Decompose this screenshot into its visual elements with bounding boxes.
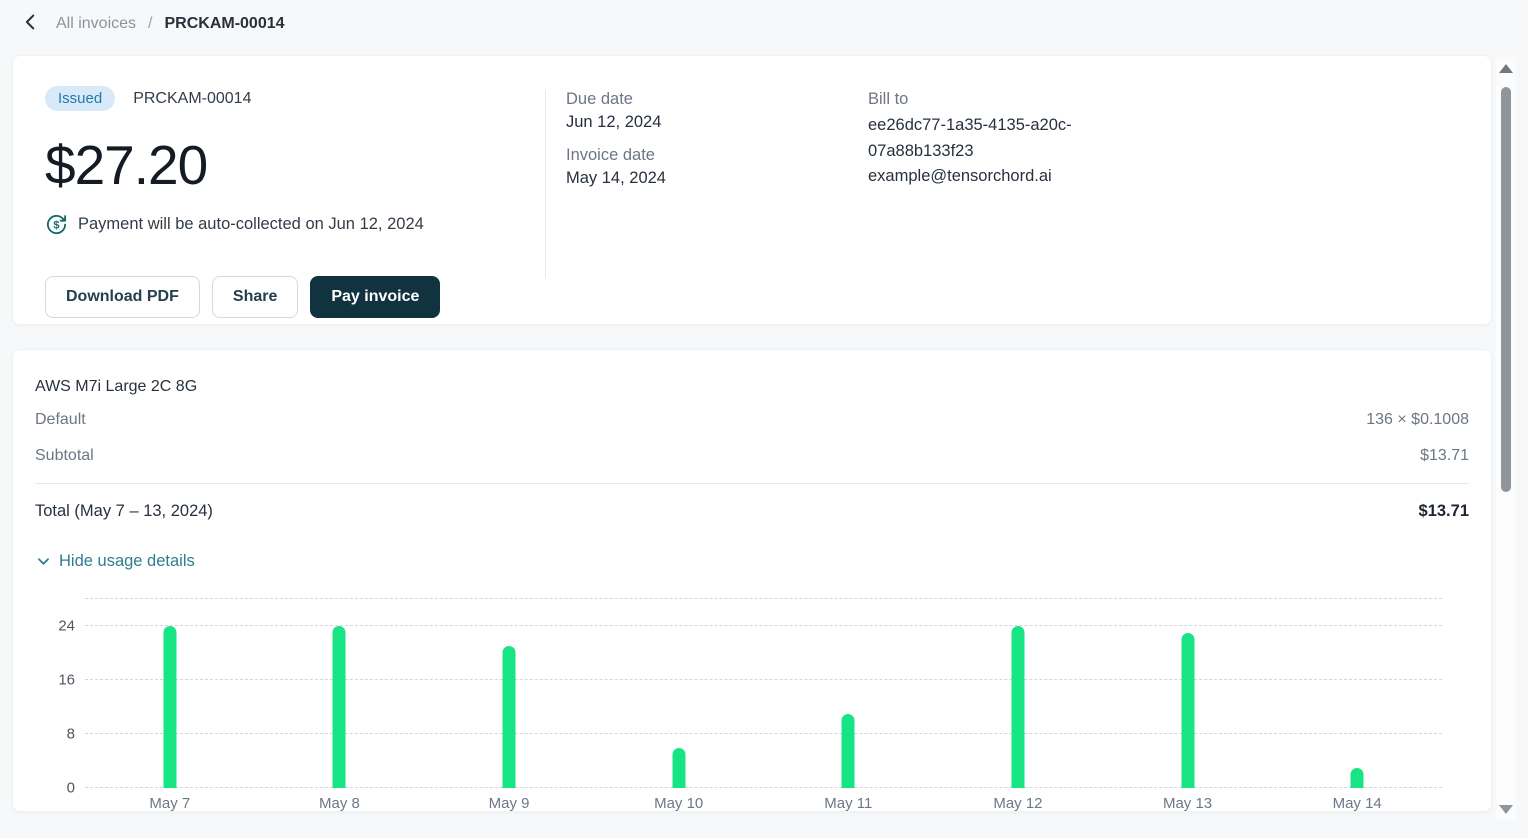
chevron-left-icon	[20, 11, 42, 36]
chart-bar-may-12	[1011, 626, 1024, 788]
gridline-24	[85, 625, 1442, 626]
bill-to-email: example@tensorchord.ai	[868, 164, 1148, 190]
chart-plot	[85, 599, 1442, 788]
total-label: Total (May 7 – 13, 2024)	[35, 502, 213, 521]
gridline-28	[85, 598, 1442, 599]
gridline-16	[85, 679, 1442, 680]
line-item-name: AWS M7i Large 2C 8G	[35, 370, 1469, 402]
gridline-0	[85, 787, 1442, 788]
tier-label: Default	[35, 411, 86, 429]
x-axis-label-may-9: May 9	[424, 795, 594, 812]
chart-x-axis: May 7May 8May 9May 10May 11May 12May 13M…	[85, 795, 1442, 812]
chevron-down-icon	[35, 553, 52, 570]
x-axis-label-may-11: May 11	[764, 795, 934, 812]
total-value: $13.71	[1419, 502, 1469, 521]
invoice-number: PRCKAM-00014	[133, 90, 251, 108]
x-axis-label-may-13: May 13	[1103, 795, 1273, 812]
breadcrumb-separator: /	[148, 15, 152, 33]
pay-invoice-button[interactable]: Pay invoice	[310, 276, 440, 318]
bill-to-label: Bill to	[868, 90, 1148, 109]
breadcrumb: All invoices / PRCKAM-00014	[0, 0, 1528, 47]
y-axis-label-24: 24	[58, 618, 75, 635]
subtotal-value: $13.71	[1420, 447, 1469, 465]
svg-text:$: $	[53, 219, 59, 231]
item-divider	[35, 483, 1469, 484]
scrollbar-thumb[interactable]	[1501, 87, 1511, 492]
chart-y-axis: 081624	[35, 599, 85, 788]
y-axis-label-0: 0	[67, 780, 75, 797]
invoice-date-value: May 14, 2024	[566, 169, 848, 188]
y-axis-label-16: 16	[58, 672, 75, 689]
chart-bar-may-14	[1351, 768, 1364, 788]
subtotal-label: Subtotal	[35, 447, 94, 465]
bill-to-id: ee26dc77-1a35-4135-a20c-07a88b133f23	[868, 113, 1120, 164]
tier-quantity-price: 136 × $0.1008	[1366, 411, 1469, 429]
invoice-summary-card: Issued PRCKAM-00014 $27.20 $ Payment wil…	[12, 55, 1492, 325]
scroll-up-arrow[interactable]	[1496, 57, 1516, 79]
vertical-scrollbar[interactable]	[1496, 57, 1516, 820]
chart-bar-may-11	[842, 714, 855, 788]
line-item-card: AWS M7i Large 2C 8G Default 136 × $0.100…	[12, 349, 1492, 812]
usage-chart: 0 8 16 24 May 7May 8May 9May 10May 11May 12…	[35, 599, 1469, 812]
x-axis-label-may-8: May 8	[255, 795, 425, 812]
breadcrumb-all-invoices[interactable]: All invoices	[56, 15, 136, 33]
x-axis-label-may-14: May 14	[1272, 795, 1442, 812]
gridline-8	[85, 733, 1442, 734]
back-button[interactable]	[18, 11, 44, 37]
x-axis-label-may-7: May 7	[85, 795, 255, 812]
x-axis-label-may-10: May 10	[594, 795, 764, 812]
due-date-value: Jun 12, 2024	[566, 113, 848, 132]
chart-bar-may-9	[503, 646, 516, 788]
status-badge: Issued	[45, 86, 115, 111]
chart-bar-may-13	[1181, 633, 1194, 788]
x-axis-label-may-12: May 12	[933, 795, 1103, 812]
share-button[interactable]: Share	[212, 276, 298, 318]
hide-usage-details-toggle[interactable]: Hide usage details	[35, 552, 195, 571]
chart-bar-may-10	[672, 748, 685, 789]
invoice-amount: $27.20	[45, 133, 545, 197]
chart-bar-may-7	[163, 626, 176, 788]
y-axis-label-8: 8	[67, 726, 75, 743]
invoice-date-label: Invoice date	[566, 146, 848, 165]
download-pdf-button[interactable]: Download PDF	[45, 276, 200, 318]
due-date-label: Due date	[566, 90, 848, 109]
auto-collect-note: Payment will be auto-collected on Jun 12…	[78, 215, 424, 234]
breadcrumb-current: PRCKAM-00014	[164, 15, 284, 33]
chart-bar-may-8	[333, 626, 346, 788]
auto-collect-icon: $	[45, 213, 68, 236]
scroll-down-arrow[interactable]	[1496, 798, 1516, 820]
